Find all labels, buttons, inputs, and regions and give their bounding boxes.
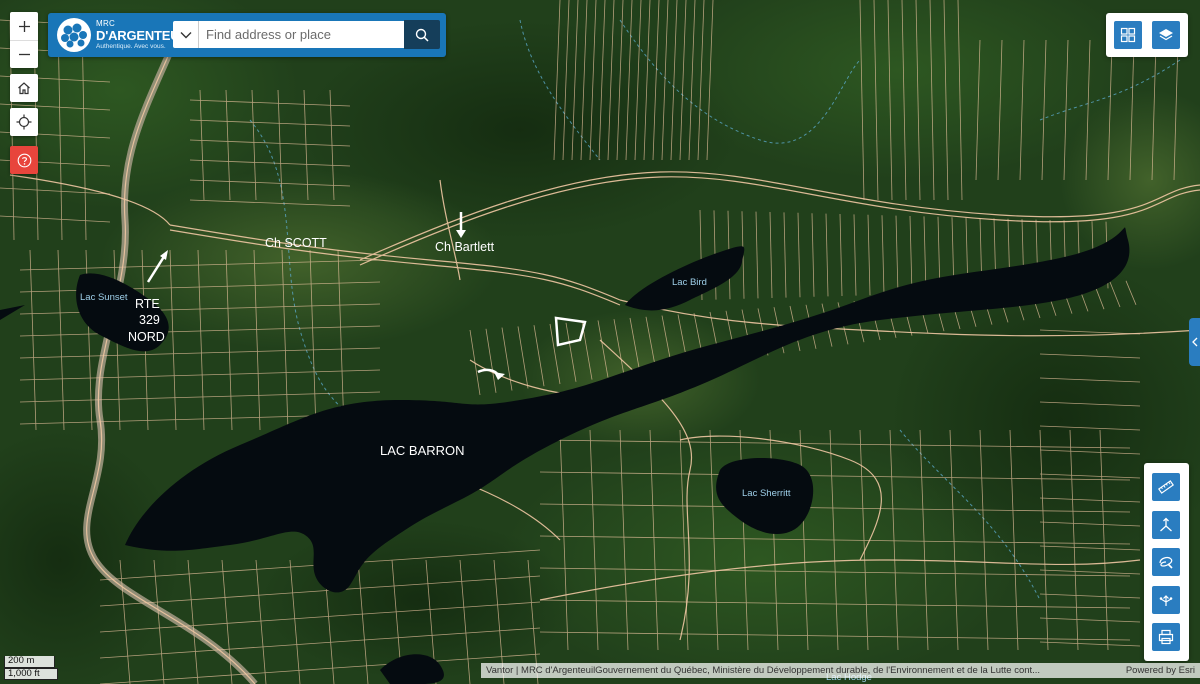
draw-icon [1159, 557, 1173, 569]
search-icon [415, 28, 429, 42]
chevron-left-icon [1191, 337, 1197, 347]
search-input[interactable] [199, 22, 404, 47]
home-icon [18, 82, 30, 95]
chevron-down-icon [180, 31, 191, 38]
share-icon [1159, 595, 1173, 606]
scale-bar-imperial: 1,000 ft [4, 668, 58, 680]
scale-bar: 200 m 1,000 ft [4, 656, 58, 680]
help-button[interactable] [10, 146, 38, 174]
header-bar: MRC D'ARGENTEUIL Authentique. Avec vous. [48, 13, 446, 57]
crosshair-icon [16, 114, 32, 130]
zoom-in-button[interactable] [10, 12, 38, 40]
search-source-dropdown[interactable] [173, 21, 199, 48]
scale-bar-metric: 200 m [4, 656, 55, 668]
zoom-control [10, 12, 38, 68]
side-panel-toggle[interactable] [1189, 318, 1200, 366]
map-canvas[interactable]: Ch SCOTT Ch Bartlett RTE 329 NORD LAC BA… [0, 0, 1200, 684]
lake-label-sunset: Lac Sunset [80, 292, 128, 303]
powered-by-esri[interactable]: Powered by Esri [1126, 665, 1195, 676]
layers-icon [1159, 29, 1173, 41]
grid-icon [1120, 27, 1136, 43]
attribution-bar[interactable]: Vantor | MRC d'ArgenteuilGouvernement du… [481, 663, 1200, 678]
layers-button[interactable] [1152, 21, 1180, 49]
lake-label-sherritt: Lac Sherritt [742, 488, 791, 499]
lake-label-barron: LAC BARRON [380, 443, 465, 458]
print-button[interactable] [1152, 623, 1180, 651]
tool-panel [1144, 463, 1189, 661]
home-button[interactable] [10, 74, 38, 102]
route-icon [1160, 517, 1172, 532]
route-label-line2: 329 [139, 313, 160, 327]
top-right-toolbar [1106, 13, 1188, 57]
plus-icon [18, 20, 30, 32]
zoom-out-button[interactable] [10, 40, 38, 68]
sketch-button[interactable] [1152, 548, 1180, 576]
share-button[interactable] [1152, 586, 1180, 614]
route-label-line1: RTE [135, 297, 160, 311]
search-button[interactable] [404, 20, 440, 49]
help-icon [17, 153, 31, 167]
road-label-scott: Ch SCOTT [265, 236, 327, 250]
basemap-gallery-button[interactable] [1114, 21, 1142, 49]
ruler-icon [1158, 480, 1174, 494]
measure-button[interactable] [1152, 473, 1180, 501]
attribution-text: Vantor | MRC d'ArgenteuilGouvernement du… [486, 665, 1041, 676]
search-box [173, 20, 440, 49]
logo [57, 18, 91, 52]
mrc-logo-icon [61, 23, 87, 48]
locate-button[interactable] [10, 108, 38, 136]
lake-label-bird: Lac Bird [672, 277, 707, 288]
print-icon [1158, 629, 1174, 645]
route-label-line3: NORD [128, 330, 165, 344]
directions-button[interactable] [1152, 511, 1180, 539]
minus-icon [18, 53, 30, 56]
road-label-bartlett: Ch Bartlett [435, 240, 495, 254]
